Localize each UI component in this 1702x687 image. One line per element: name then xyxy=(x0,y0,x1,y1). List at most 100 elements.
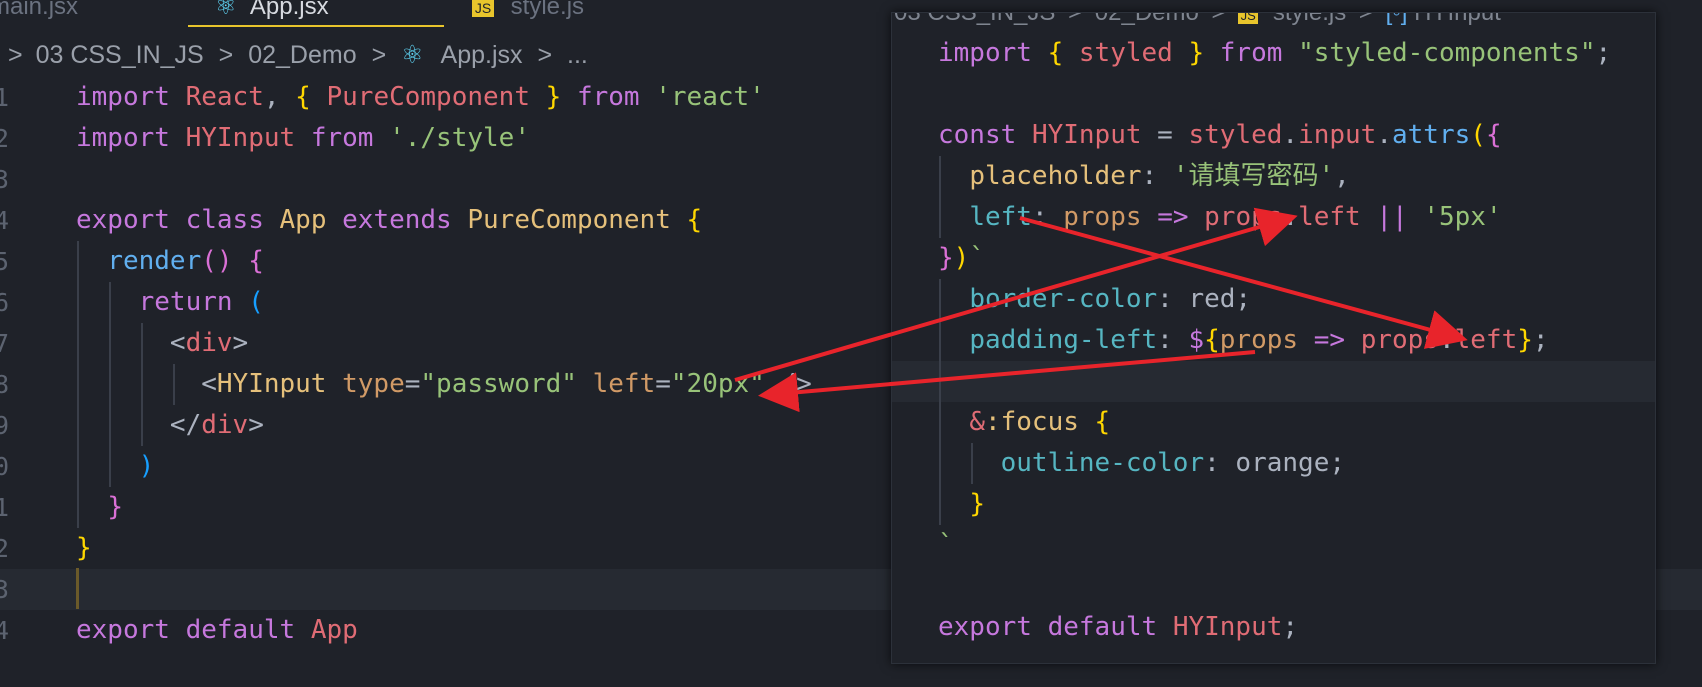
line-number: 5 xyxy=(0,247,10,276)
code-line: 8 <HYInput type="password" left="20px" /… xyxy=(0,364,900,405)
code-line: 6 return ( xyxy=(0,282,900,323)
code-line: 4 export class App extends PureComponent… xyxy=(0,200,900,241)
breadcrumb-item[interactable]: 03 CSS_IN_JS xyxy=(36,36,204,74)
chevron-right-icon: > xyxy=(218,41,234,69)
line-number: 3 xyxy=(0,575,10,604)
react-icon: ⚛ xyxy=(401,41,424,69)
chevron-right-icon: > xyxy=(371,41,387,69)
code-line: import { styled } from "styled-component… xyxy=(892,33,1655,74)
tab-label: App.jsx xyxy=(249,0,329,20)
code-line: const HYInput = styled.input.attrs({ xyxy=(892,115,1655,156)
code-text: &:focus { xyxy=(969,407,1111,437)
line-number: 2 xyxy=(0,124,10,153)
code-text: </div> xyxy=(169,410,264,440)
code-text: border-color: red; xyxy=(969,284,1252,314)
indent-guide xyxy=(939,279,941,525)
code-line: 9 </div> xyxy=(0,405,900,446)
line-number: 1 xyxy=(0,83,10,112)
code-line: export default HYInput; xyxy=(892,607,1655,648)
text-cursor xyxy=(76,568,79,609)
code-text: import HYInput from './style' xyxy=(76,123,530,153)
code-text: })` xyxy=(938,243,985,273)
code-text: <div> xyxy=(169,328,249,358)
code-text: import { styled } from "styled-component… xyxy=(938,38,1612,68)
code-line: } xyxy=(892,484,1655,525)
line-number: 4 xyxy=(0,206,10,235)
code-line: 7 <div> xyxy=(0,323,900,364)
line-number: 9 xyxy=(0,411,10,440)
line-number: 8 xyxy=(0,370,10,399)
code-text: left: props => props.left || '5px' xyxy=(969,202,1502,232)
code-text: import React, { PureComponent } from 're… xyxy=(76,82,765,112)
active-tab-underline xyxy=(188,25,444,27)
code-text: export default App xyxy=(76,615,358,645)
indent-guide xyxy=(971,443,973,484)
code-line: placeholder: '请填写密码', xyxy=(892,156,1655,197)
code-text: render() { xyxy=(107,246,264,276)
chevron-right-icon: > xyxy=(537,41,553,69)
code-text: } xyxy=(969,489,985,519)
code-text: placeholder: '请填写密码', xyxy=(969,161,1350,191)
indent-guide xyxy=(939,156,941,238)
code-line: ` xyxy=(892,525,1655,566)
code-line: 1 import React, { PureComponent } from '… xyxy=(0,77,900,118)
code-line: border-color: red; xyxy=(892,279,1655,320)
code-text: } xyxy=(76,533,92,563)
tab-app-jsx[interactable]: ⚛ App.jsx xyxy=(215,0,329,26)
code-text: export default HYInput; xyxy=(938,612,1299,642)
breadcrumb-item[interactable]: 02_Demo xyxy=(1095,13,1199,26)
chevron-right-icon: > xyxy=(1068,12,1083,26)
code-text: export class App extends PureComponent { xyxy=(76,205,703,235)
breadcrumb-item[interactable]: App.jsx xyxy=(441,36,523,74)
code-text: const HYInput = styled.input.attrs({ xyxy=(938,120,1502,150)
code-line: 1 } xyxy=(0,487,900,528)
code-line: outline-color: orange; xyxy=(892,443,1655,484)
code-line: left: props => props.left || '5px' xyxy=(892,197,1655,238)
code-line: 2 import HYInput from './style' xyxy=(0,118,900,159)
chevron-right-icon: > xyxy=(1211,12,1226,26)
breadcrumb-item[interactable]: style.js xyxy=(1273,13,1346,26)
code-text: outline-color: orange; xyxy=(1000,448,1346,478)
breadcrumb-item[interactable]: 03 CSS_IN_JS xyxy=(894,13,1055,26)
breadcrumb-item[interactable]: 02_Demo xyxy=(248,36,356,74)
peek-breadcrumb: 03 CSS_IN_JS > 02_Demo > JS style.js > [… xyxy=(894,12,1501,29)
code-line: })` xyxy=(892,238,1655,279)
code-text: padding-left: ${props => props.left}; xyxy=(969,325,1549,355)
tab-label: style.js xyxy=(510,0,585,20)
code-line: 5 render() { xyxy=(0,241,900,282)
code-line: &:focus { xyxy=(892,402,1655,443)
line-number: 3 xyxy=(0,165,10,194)
code-line: 4 export default App xyxy=(0,610,900,651)
breadcrumb-item[interactable]: ... xyxy=(567,36,588,74)
current-line xyxy=(892,361,1655,402)
tab-main-jsx[interactable]: main.jsx xyxy=(0,0,78,26)
breadcrumb-item[interactable]: HYInput xyxy=(1414,13,1501,26)
code-text: ) xyxy=(138,451,155,481)
line-number: 6 xyxy=(0,288,10,317)
variable-icon: [◦] xyxy=(1385,12,1408,26)
peek-definition-panel[interactable]: 03 CSS_IN_JS > 02_Demo > JS style.js > [… xyxy=(891,12,1656,664)
tab-style-js[interactable]: JS style.js xyxy=(472,0,584,26)
line-number: 1 xyxy=(0,493,10,522)
code-line: 2 } xyxy=(0,528,900,569)
breadcrumb: > 03 CSS_IN_JS > 02_Demo > ⚛ App.jsx > .… xyxy=(0,36,588,74)
tab-label: main.jsx xyxy=(0,0,79,20)
indent-guide xyxy=(109,282,111,487)
js-file-icon: JS xyxy=(1238,13,1259,24)
indent-guide xyxy=(77,241,79,528)
chevron-right-icon: > xyxy=(1358,12,1373,26)
code-text: ` xyxy=(938,530,954,560)
react-icon: ⚛ xyxy=(215,0,237,20)
chevron-right-icon: > xyxy=(8,41,23,69)
line-number: 4 xyxy=(0,616,10,645)
line-number: 0 xyxy=(0,452,10,481)
code-line: 0 ) xyxy=(0,446,900,487)
line-number: 7 xyxy=(0,329,10,358)
js-file-icon: JS xyxy=(472,0,494,17)
code-text: return ( xyxy=(138,287,264,317)
indent-guide xyxy=(173,364,175,405)
code-line: 3 xyxy=(0,159,900,200)
code-text: } xyxy=(107,492,123,522)
code-text: <HYInput type="password" left="20px" /> xyxy=(201,369,812,399)
code-line: padding-left: ${props => props.left}; xyxy=(892,320,1655,361)
